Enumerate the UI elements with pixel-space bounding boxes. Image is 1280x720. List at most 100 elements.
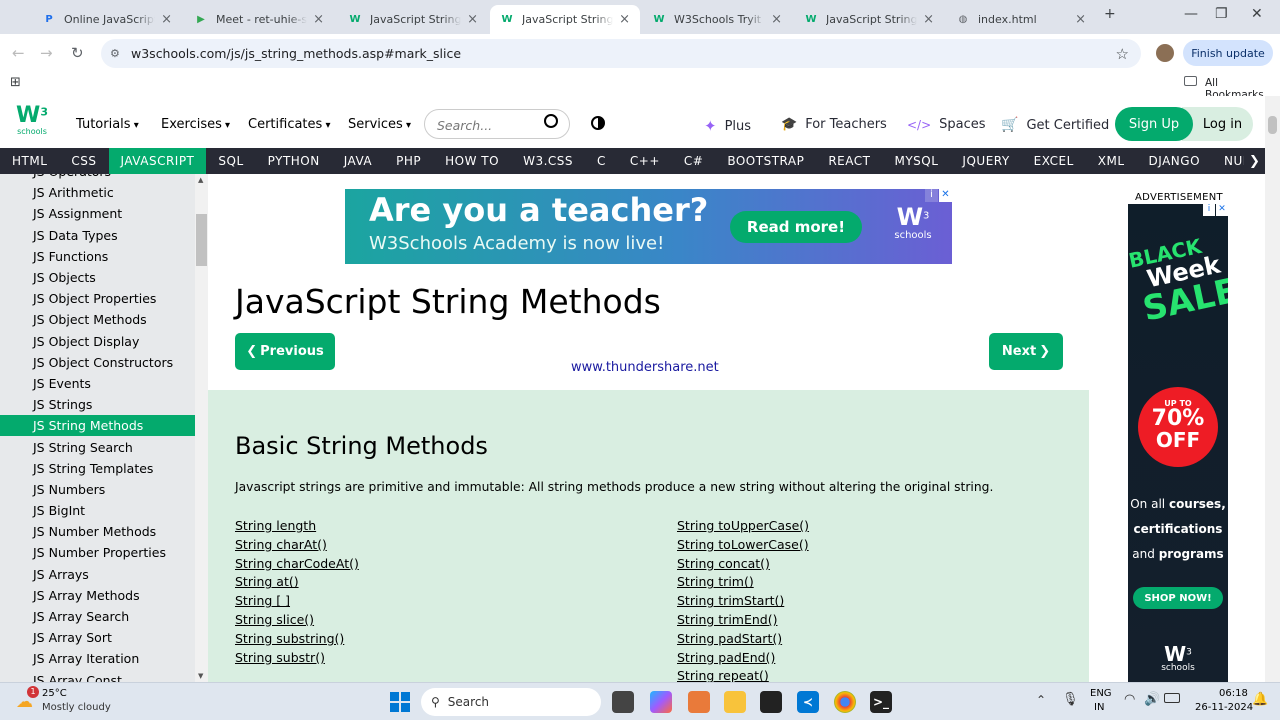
- maximize-button[interactable]: ❐: [1215, 6, 1228, 22]
- nav-react[interactable]: REACT: [816, 148, 882, 174]
- nav-c-[interactable]: C#: [672, 148, 715, 174]
- terminal-icon[interactable]: >_: [870, 691, 892, 713]
- method-link[interactable]: String trimStart(): [677, 592, 809, 611]
- language-indicator-2[interactable]: IN: [1094, 702, 1104, 713]
- nav-scroll-right-icon[interactable]: ❯: [1244, 148, 1265, 174]
- method-link[interactable]: String charAt(): [235, 536, 359, 555]
- nav-python[interactable]: PYTHON: [256, 148, 332, 174]
- profile-avatar[interactable]: [1156, 44, 1174, 62]
- method-link[interactable]: String length: [235, 517, 359, 536]
- sidebar-item-js-object-display[interactable]: JS Object Display: [0, 331, 195, 352]
- close-tab-icon[interactable]: ×: [1075, 12, 1086, 27]
- sidebar-item-js-array-methods[interactable]: JS Array Methods: [0, 585, 195, 606]
- bookmark-star-icon[interactable]: ☆: [1116, 45, 1129, 63]
- sidebar-item-js-string-search[interactable]: JS String Search: [0, 436, 195, 457]
- method-link[interactable]: String [ ]: [235, 592, 359, 611]
- ad-info-icon[interactable]: i: [1203, 204, 1215, 216]
- sidebar-item-js-arrays[interactable]: JS Arrays: [0, 564, 195, 585]
- nav-django[interactable]: DJANGO: [1137, 148, 1213, 174]
- search-icon[interactable]: [544, 114, 558, 128]
- nav-jquery[interactable]: JQUERY: [950, 148, 1021, 174]
- menu-services[interactable]: Services ▾: [348, 117, 411, 132]
- nav-bootstrap[interactable]: BOOTSTRAP: [715, 148, 816, 174]
- file-explorer-icon[interactable]: [724, 691, 746, 713]
- close-tab-icon[interactable]: ×: [771, 12, 782, 27]
- scroll-thumb[interactable]: [196, 214, 207, 266]
- nav-php[interactable]: PHP: [384, 148, 433, 174]
- finish-update-button[interactable]: Finish update: [1183, 40, 1273, 66]
- close-tab-icon[interactable]: ×: [467, 12, 478, 27]
- browser-tab[interactable]: P Online JavaScript Co ×: [32, 5, 182, 34]
- close-tab-icon[interactable]: ×: [313, 12, 324, 27]
- sidebar-scrollbar[interactable]: ▲ ▼: [195, 174, 208, 682]
- task-view-icon[interactable]: [612, 691, 634, 713]
- close-window-button[interactable]: ✕: [1251, 6, 1263, 22]
- sidebar-item-js-numbers[interactable]: JS Numbers: [0, 479, 195, 500]
- shop-now-button[interactable]: SHOP NOW!: [1133, 587, 1223, 609]
- vscode-icon[interactable]: ≺: [797, 691, 819, 713]
- sidebar-item-js-array-sort[interactable]: JS Array Sort: [0, 627, 195, 648]
- ad-close-icon[interactable]: ✕: [1216, 204, 1228, 216]
- scroll-up-arrow-icon[interactable]: ▲: [198, 176, 203, 184]
- sidebar-item-js-events[interactable]: JS Events: [0, 373, 195, 394]
- ad-info-icon[interactable]: i: [925, 189, 938, 202]
- sidebar-item-js-objects[interactable]: JS Objects: [0, 267, 195, 288]
- method-link[interactable]: String padEnd(): [677, 649, 809, 668]
- ad-close-icon[interactable]: ✕: [939, 189, 952, 202]
- method-link[interactable]: String trimEnd(): [677, 611, 809, 630]
- close-tab-icon[interactable]: ×: [923, 12, 934, 27]
- sidebar-item-js-strings[interactable]: JS Strings: [0, 394, 195, 415]
- menu-tutorials[interactable]: Tutorials ▾: [76, 117, 139, 132]
- for-teachers-link[interactable]: 🎓 For Teachers: [781, 117, 887, 132]
- nav-html[interactable]: HTML: [0, 148, 59, 174]
- browser-tab[interactable]: W W3Schools Tryit Edit ×: [642, 5, 792, 34]
- wifi-icon[interactable]: ◠: [1124, 692, 1135, 707]
- nav-c-[interactable]: C++: [618, 148, 672, 174]
- forward-icon[interactable]: →: [40, 44, 53, 62]
- sidebar-item-js-array-iteration[interactable]: JS Array Iteration: [0, 648, 195, 669]
- method-link[interactable]: String at(): [235, 573, 359, 592]
- copilot-icon[interactable]: [650, 691, 672, 713]
- reload-icon[interactable]: ↻: [71, 44, 84, 62]
- plus-link[interactable]: ✦ Plus: [704, 117, 751, 135]
- method-link[interactable]: String toLowerCase(): [677, 536, 809, 555]
- taskbar-search-box[interactable]: ⚲ Search: [421, 688, 601, 716]
- tray-chevron-up-icon[interactable]: ⌃: [1036, 693, 1046, 707]
- nav-w3-css[interactable]: W3.CSS: [511, 148, 585, 174]
- browser-tab[interactable]: W JavaScript String Me ×: [338, 5, 488, 34]
- sidebar-item-js-array-search[interactable]: JS Array Search: [0, 606, 195, 627]
- windows-start-icon[interactable]: [390, 692, 410, 712]
- sponsor-link[interactable]: www.thundershare.net: [571, 360, 719, 375]
- method-link[interactable]: String concat(): [677, 555, 809, 574]
- page-scroll-thumb[interactable]: [1268, 116, 1277, 134]
- nav-css[interactable]: CSS: [59, 148, 108, 174]
- sidebar-item-js-object-properties[interactable]: JS Object Properties: [0, 288, 195, 309]
- page-scrollbar[interactable]: [1265, 96, 1280, 682]
- site-info-icon[interactable]: ⚙: [110, 47, 120, 60]
- w3schools-logo[interactable]: W3 schools: [14, 104, 50, 144]
- method-link[interactable]: String padStart(): [677, 630, 809, 649]
- sidebar-item-js-assignment[interactable]: JS Assignment: [0, 203, 195, 224]
- sidebar-item-js-functions[interactable]: JS Functions: [0, 246, 195, 267]
- sidebar-item-js-number-properties[interactable]: JS Number Properties: [0, 542, 195, 563]
- close-tab-icon[interactable]: ×: [161, 12, 172, 27]
- sidebar-item-js-arithmetic[interactable]: JS Arithmetic: [0, 182, 195, 203]
- method-link[interactable]: String charCodeAt(): [235, 555, 359, 574]
- sign-up-button[interactable]: Sign Up: [1115, 107, 1193, 141]
- sidebar-item-js-string-templates[interactable]: JS String Templates: [0, 458, 195, 479]
- sidebar-item-js-bigint[interactable]: JS BigInt: [0, 500, 195, 521]
- sidebar-item-js-number-methods[interactable]: JS Number Methods: [0, 521, 195, 542]
- new-tab-button[interactable]: +: [1104, 6, 1116, 22]
- teacher-banner-ad[interactable]: Are you a teacher? W3Schools Academy is …: [345, 189, 952, 264]
- apps-icon[interactable]: ⊞: [10, 75, 21, 90]
- method-link[interactable]: String toUpperCase(): [677, 517, 809, 536]
- method-link[interactable]: String substring(): [235, 630, 359, 649]
- chrome-icon[interactable]: [834, 691, 856, 713]
- volume-icon[interactable]: 🔊: [1144, 692, 1160, 707]
- nav-how-to[interactable]: HOW TO: [433, 148, 511, 174]
- nav-xml[interactable]: XML: [1086, 148, 1137, 174]
- nav-excel[interactable]: EXCEL: [1022, 148, 1086, 174]
- previous-button[interactable]: ❮ Previous: [235, 333, 335, 370]
- minimize-button[interactable]: —: [1184, 6, 1198, 22]
- language-indicator-1[interactable]: ENG: [1090, 688, 1112, 699]
